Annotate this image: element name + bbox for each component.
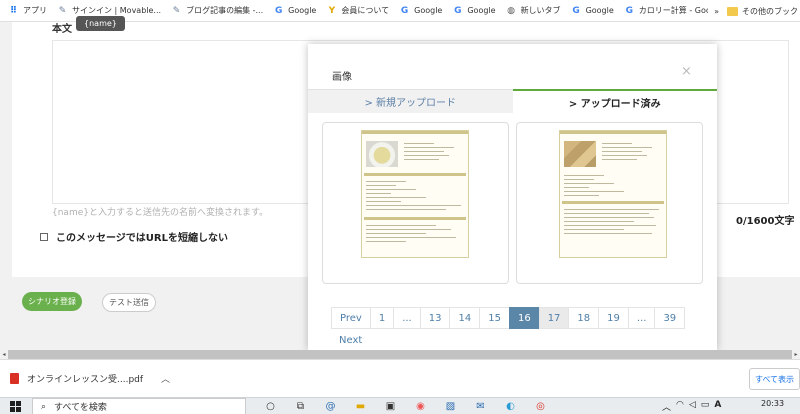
- chevron-up-icon[interactable]: ︿: [161, 372, 170, 385]
- page-link[interactable]: 15: [479, 307, 510, 329]
- windows-taskbar: ⌕ すべてを検索 ○ ⧉ @ ▬ ▣ ◉ ▧ ✉ ◐ ◎ ︿ ◠ ◁ ▭ A 2…: [0, 397, 800, 414]
- apps-grid-icon: ⠿: [9, 5, 18, 16]
- bookmark-movable-signin[interactable]: ✎ サインイン | Movable...: [55, 5, 169, 16]
- edge-icon[interactable]: ◐: [502, 399, 519, 414]
- page-ellipsis: ...: [627, 307, 656, 329]
- char-counter: 0/1600文字: [736, 216, 795, 227]
- uploaded-image-thumbnail[interactable]: [322, 122, 509, 284]
- page-ellipsis: ...: [393, 307, 421, 329]
- outlook-icon[interactable]: ✉: [472, 399, 489, 414]
- taskbar-clock[interactable]: 20:33: [761, 399, 784, 408]
- tab-uploaded[interactable]: > アップロード済み: [512, 89, 717, 113]
- ime-icon[interactable]: A: [714, 400, 721, 413]
- test-send-button[interactable]: テスト送信: [102, 293, 156, 312]
- shorten-url-checkbox[interactable]: [40, 232, 48, 241]
- wifi-icon[interactable]: ◠: [676, 400, 684, 413]
- page-next[interactable]: Next: [339, 335, 362, 346]
- chevron-up-icon[interactable]: ︿: [662, 400, 671, 413]
- bookmark-blog-edit[interactable]: ✎ ブログ記事の編集 -...: [169, 5, 271, 16]
- google-icon: G: [454, 5, 462, 16]
- chrome-icon[interactable]: ◎: [532, 399, 549, 414]
- shorten-url-option: このメッセージではURLを短縮しない: [40, 229, 228, 244]
- photos-icon[interactable]: ▧: [442, 399, 459, 414]
- task-view-icon[interactable]: ⧉: [292, 399, 309, 414]
- globe-icon: ◍: [507, 5, 515, 16]
- horizontal-scrollbar[interactable]: ◂ ▸: [0, 350, 800, 359]
- more-bookmarks-button[interactable]: »: [714, 7, 719, 16]
- volume-icon[interactable]: ◁: [689, 400, 696, 413]
- bookmark-google-2[interactable]: G Google: [397, 5, 450, 16]
- windows-start-icon[interactable]: [10, 401, 21, 412]
- tab-new-upload[interactable]: > 新規アップロード: [308, 89, 513, 113]
- modal-tabs: > 新規アップロード > アップロード済み: [308, 89, 717, 113]
- bookmark-google[interactable]: G Google: [271, 5, 324, 16]
- show-all-downloads-button[interactable]: すべて表示: [749, 368, 800, 390]
- movable-type-icon: ✎: [58, 5, 67, 16]
- google-icon: G: [625, 5, 633, 16]
- pdf-file-icon: [10, 373, 19, 384]
- mail-app-icon[interactable]: @: [322, 399, 339, 414]
- taskbar-search[interactable]: ⌕ すべてを検索: [32, 398, 246, 414]
- yahoo-icon: Y: [328, 5, 336, 16]
- google-icon: G: [572, 5, 580, 16]
- uploaded-image-thumbnail[interactable]: [516, 122, 703, 284]
- pagination: Prev 1 ... 13 14 15 16 17 18 19 ... 39: [331, 307, 686, 329]
- battery-icon[interactable]: ▭: [701, 400, 710, 413]
- download-bar: オンラインレッスン受....pdf ︿ すべて表示: [0, 359, 800, 397]
- name-variable-tooltip: {name}: [76, 16, 125, 31]
- google-icon: G: [274, 5, 283, 16]
- page-current[interactable]: 16: [508, 307, 540, 329]
- bookmark-google-3[interactable]: G Google: [450, 5, 503, 16]
- name-variable-hint: {name}と入力すると送信先の名前へ変換されます。: [52, 208, 269, 218]
- image-picker-modal: 画像 × > 新規アップロード > アップロード済み Prev 1 ... 13…: [308, 44, 717, 350]
- store-icon[interactable]: ▣: [382, 399, 399, 414]
- system-tray: ︿ ◠ ◁ ▭ A: [662, 400, 721, 413]
- page-link[interactable]: 13: [419, 307, 451, 329]
- page-link[interactable]: 1: [369, 307, 395, 329]
- recipe-sheet-image: [361, 130, 469, 258]
- body-label: 本文: [52, 24, 72, 35]
- page-link[interactable]: 19: [598, 307, 629, 329]
- page-link[interactable]: 18: [568, 307, 600, 329]
- shorten-url-label: このメッセージではURLを短縮しない: [56, 233, 228, 244]
- download-item[interactable]: オンラインレッスン受....pdf ︿: [10, 372, 170, 385]
- page-link[interactable]: 17: [538, 307, 570, 329]
- page-prev[interactable]: Prev: [331, 307, 371, 329]
- folder-icon: [727, 6, 738, 16]
- download-filename: オンラインレッスン受....pdf: [27, 375, 144, 385]
- file-explorer-icon[interactable]: ▬: [352, 399, 369, 414]
- bookmark-membership[interactable]: Y 会員について: [324, 5, 397, 16]
- taskbar-apps: ○ ⧉ @ ▬ ▣ ◉ ▧ ✉ ◐ ◎: [262, 399, 549, 414]
- app-icon[interactable]: ◉: [412, 399, 429, 414]
- other-bookmarks-folder[interactable]: その他のブック: [727, 6, 798, 17]
- bookmark-apps[interactable]: ⠿ アプリ: [6, 5, 55, 16]
- modal-title: 画像: [332, 72, 352, 83]
- cortana-icon[interactable]: ○: [262, 399, 279, 414]
- scroll-left-icon[interactable]: ◂: [0, 350, 8, 359]
- page-link[interactable]: 39: [654, 307, 686, 329]
- bookmarks-overflow: » その他のブック: [708, 0, 800, 21]
- page-link[interactable]: 14: [449, 307, 481, 329]
- blog-icon: ✎: [172, 5, 181, 16]
- register-scenario-button[interactable]: シナリオ登録: [22, 292, 82, 311]
- search-icon: ⌕: [41, 401, 47, 412]
- recipe-sheet-image: [559, 130, 667, 258]
- bookmark-google-4[interactable]: G Google: [569, 5, 622, 16]
- scroll-right-icon[interactable]: ▸: [792, 350, 800, 359]
- google-icon: G: [400, 5, 409, 16]
- close-icon[interactable]: ×: [681, 64, 692, 79]
- bookmark-new-tab[interactable]: ◍ 新しいタブ: [504, 5, 569, 16]
- taskbar-search-placeholder: すべてを検索: [54, 403, 107, 413]
